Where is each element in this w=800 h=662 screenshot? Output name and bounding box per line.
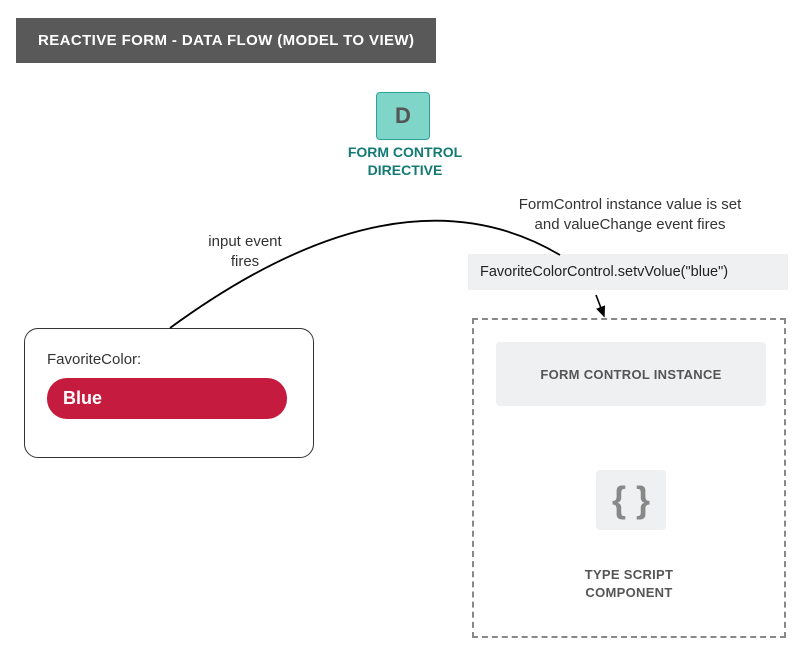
directive-badge: D [376, 92, 430, 140]
braces-glyph: { } [612, 479, 650, 521]
annotation-value-change: FormControl instance value is set and va… [490, 195, 770, 234]
field-label: FavoriteColor: [47, 351, 295, 368]
directive-label-line1: FORM CONTROL [348, 144, 462, 160]
annotation-input-event-line1: input event [208, 233, 281, 250]
braces-icon: { } [596, 470, 666, 530]
view-input-card: FavoriteColor: Blue [24, 328, 314, 458]
ts-label-line1: TYPE SCRIPT [585, 567, 674, 582]
annotation-input-event-line2: fires [231, 253, 259, 270]
typescript-component-container: FORM CONTROL INSTANCE { } TYPE SCRIPT CO… [472, 318, 786, 638]
directive-label-line2: DIRECTIVE [368, 162, 443, 178]
annotation-value-change-line1: FormControl instance value is set [519, 196, 742, 213]
annotation-value-change-line2: and valueChange event fires [535, 216, 726, 233]
annotation-input-event: input event fires [180, 232, 310, 271]
ts-label-line2: COMPONENT [585, 585, 672, 600]
code-statement-box: FavoriteColorControl.setvVolue("blue") [468, 254, 788, 290]
form-control-instance-box: FORM CONTROL INSTANCE [496, 342, 766, 406]
typescript-component-label: TYPE SCRIPT COMPONENT [474, 566, 784, 601]
diagram-title: REACTIVE FORM - DATA FLOW (MODEL TO VIEW… [16, 18, 436, 63]
directive-label: FORM CONTROL DIRECTIVE [345, 144, 465, 179]
favorite-color-input[interactable]: Blue [47, 378, 287, 419]
